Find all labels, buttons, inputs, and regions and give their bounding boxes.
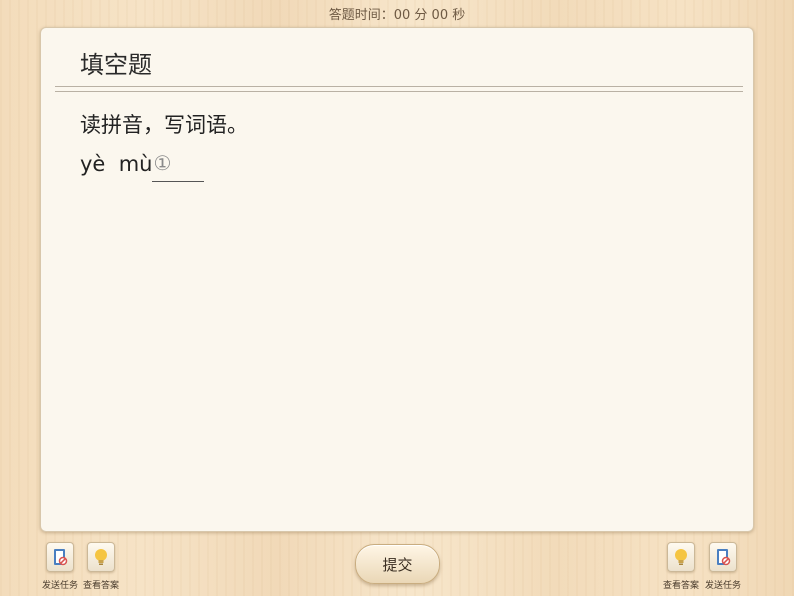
pinyin-text: yè mù <box>80 152 153 176</box>
view-answer-button-right[interactable]: 查看答案 <box>661 542 701 591</box>
send-task-icon <box>709 542 737 572</box>
blank-number: ① <box>153 151 172 175</box>
question-type-title: 填空题 <box>80 51 152 79</box>
answer-timer: 答题时间：00 分 00 秒 <box>328 8 466 23</box>
view-answer-button-left[interactable]: 查看答案 <box>81 542 121 591</box>
question-instruction: 读拼音，写词语。 <box>80 113 248 137</box>
title-divider <box>55 86 743 92</box>
send-task-label: 发送任务 <box>41 581 78 591</box>
question-card: 填空题 读拼音，写词语。 yè mù ① <box>40 27 754 532</box>
send-task-button-right[interactable]: 发送任务 <box>703 542 743 591</box>
send-task-icon <box>46 542 74 572</box>
send-task-button-left[interactable]: 发送任务 <box>40 542 80 591</box>
lightbulb-icon <box>87 542 115 572</box>
submit-button[interactable]: 提交 <box>355 544 440 584</box>
view-answer-label: 查看答案 <box>82 581 119 591</box>
view-answer-label: 查看答案 <box>662 581 699 591</box>
pinyin-row: yè mù ① <box>80 151 205 182</box>
send-task-label: 发送任务 <box>704 581 741 591</box>
answer-blank[interactable]: ① <box>152 151 205 182</box>
lightbulb-icon <box>667 542 695 572</box>
